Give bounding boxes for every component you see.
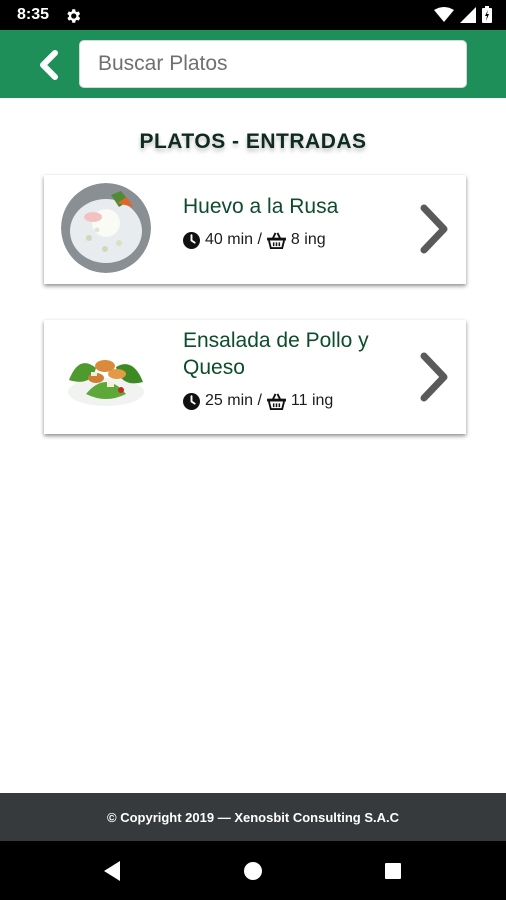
search-input[interactable] bbox=[80, 41, 466, 87]
dish-image bbox=[61, 183, 151, 273]
dish-card[interactable]: Huevo a la Rusa 40 min / 8 ing bbox=[44, 175, 466, 284]
status-icons bbox=[434, 6, 492, 23]
copyright-text: © Copyright 2019 — Xenosbit Consulting S… bbox=[107, 809, 399, 825]
search-box bbox=[79, 40, 467, 88]
dish-image bbox=[61, 332, 151, 422]
battery-icon bbox=[482, 6, 492, 23]
dish-card[interactable]: Ensalada de Pollo y Queso 25 min / 11 in… bbox=[44, 320, 466, 434]
chevron-right-icon bbox=[420, 204, 448, 254]
status-time: 8:35 bbox=[17, 6, 50, 23]
chevron-right-icon bbox=[420, 352, 448, 402]
dish-ingredients: 11 ing bbox=[290, 392, 334, 409]
back-button[interactable] bbox=[34, 48, 64, 82]
app-header bbox=[0, 30, 506, 98]
dish-time: 40 min / bbox=[205, 231, 262, 248]
system-nav-bar bbox=[0, 841, 506, 900]
dish-name: Huevo a la Rusa bbox=[183, 195, 339, 218]
dish-meta: 40 min / 8 ing bbox=[183, 231, 326, 249]
footer: © Copyright 2019 — Xenosbit Consulting S… bbox=[0, 793, 506, 841]
egg-salad-photo bbox=[61, 183, 151, 273]
home-circle-icon[interactable] bbox=[243, 861, 263, 881]
status-bar: 8:35 bbox=[0, 0, 506, 30]
chicken-salad-photo bbox=[61, 332, 151, 422]
wifi-icon bbox=[434, 6, 454, 22]
clock-icon bbox=[183, 231, 200, 249]
basket-icon bbox=[266, 232, 286, 249]
dish-meta: 25 min / 11 ing bbox=[183, 392, 333, 410]
clock-icon bbox=[183, 392, 200, 410]
dish-time: 25 min / bbox=[205, 392, 262, 409]
signal-icon bbox=[460, 6, 476, 23]
basket-icon bbox=[266, 393, 286, 410]
dish-name: Ensalada de Pollo y Queso bbox=[183, 329, 369, 379]
section-title: PLATOS - ENTRADAS bbox=[139, 130, 367, 153]
chevron-left-icon bbox=[40, 50, 58, 80]
gear-icon bbox=[67, 9, 81, 23]
back-triangle-icon[interactable] bbox=[102, 860, 122, 882]
dish-ingredients: 8 ing bbox=[290, 231, 326, 248]
recents-square-icon[interactable] bbox=[384, 862, 402, 880]
